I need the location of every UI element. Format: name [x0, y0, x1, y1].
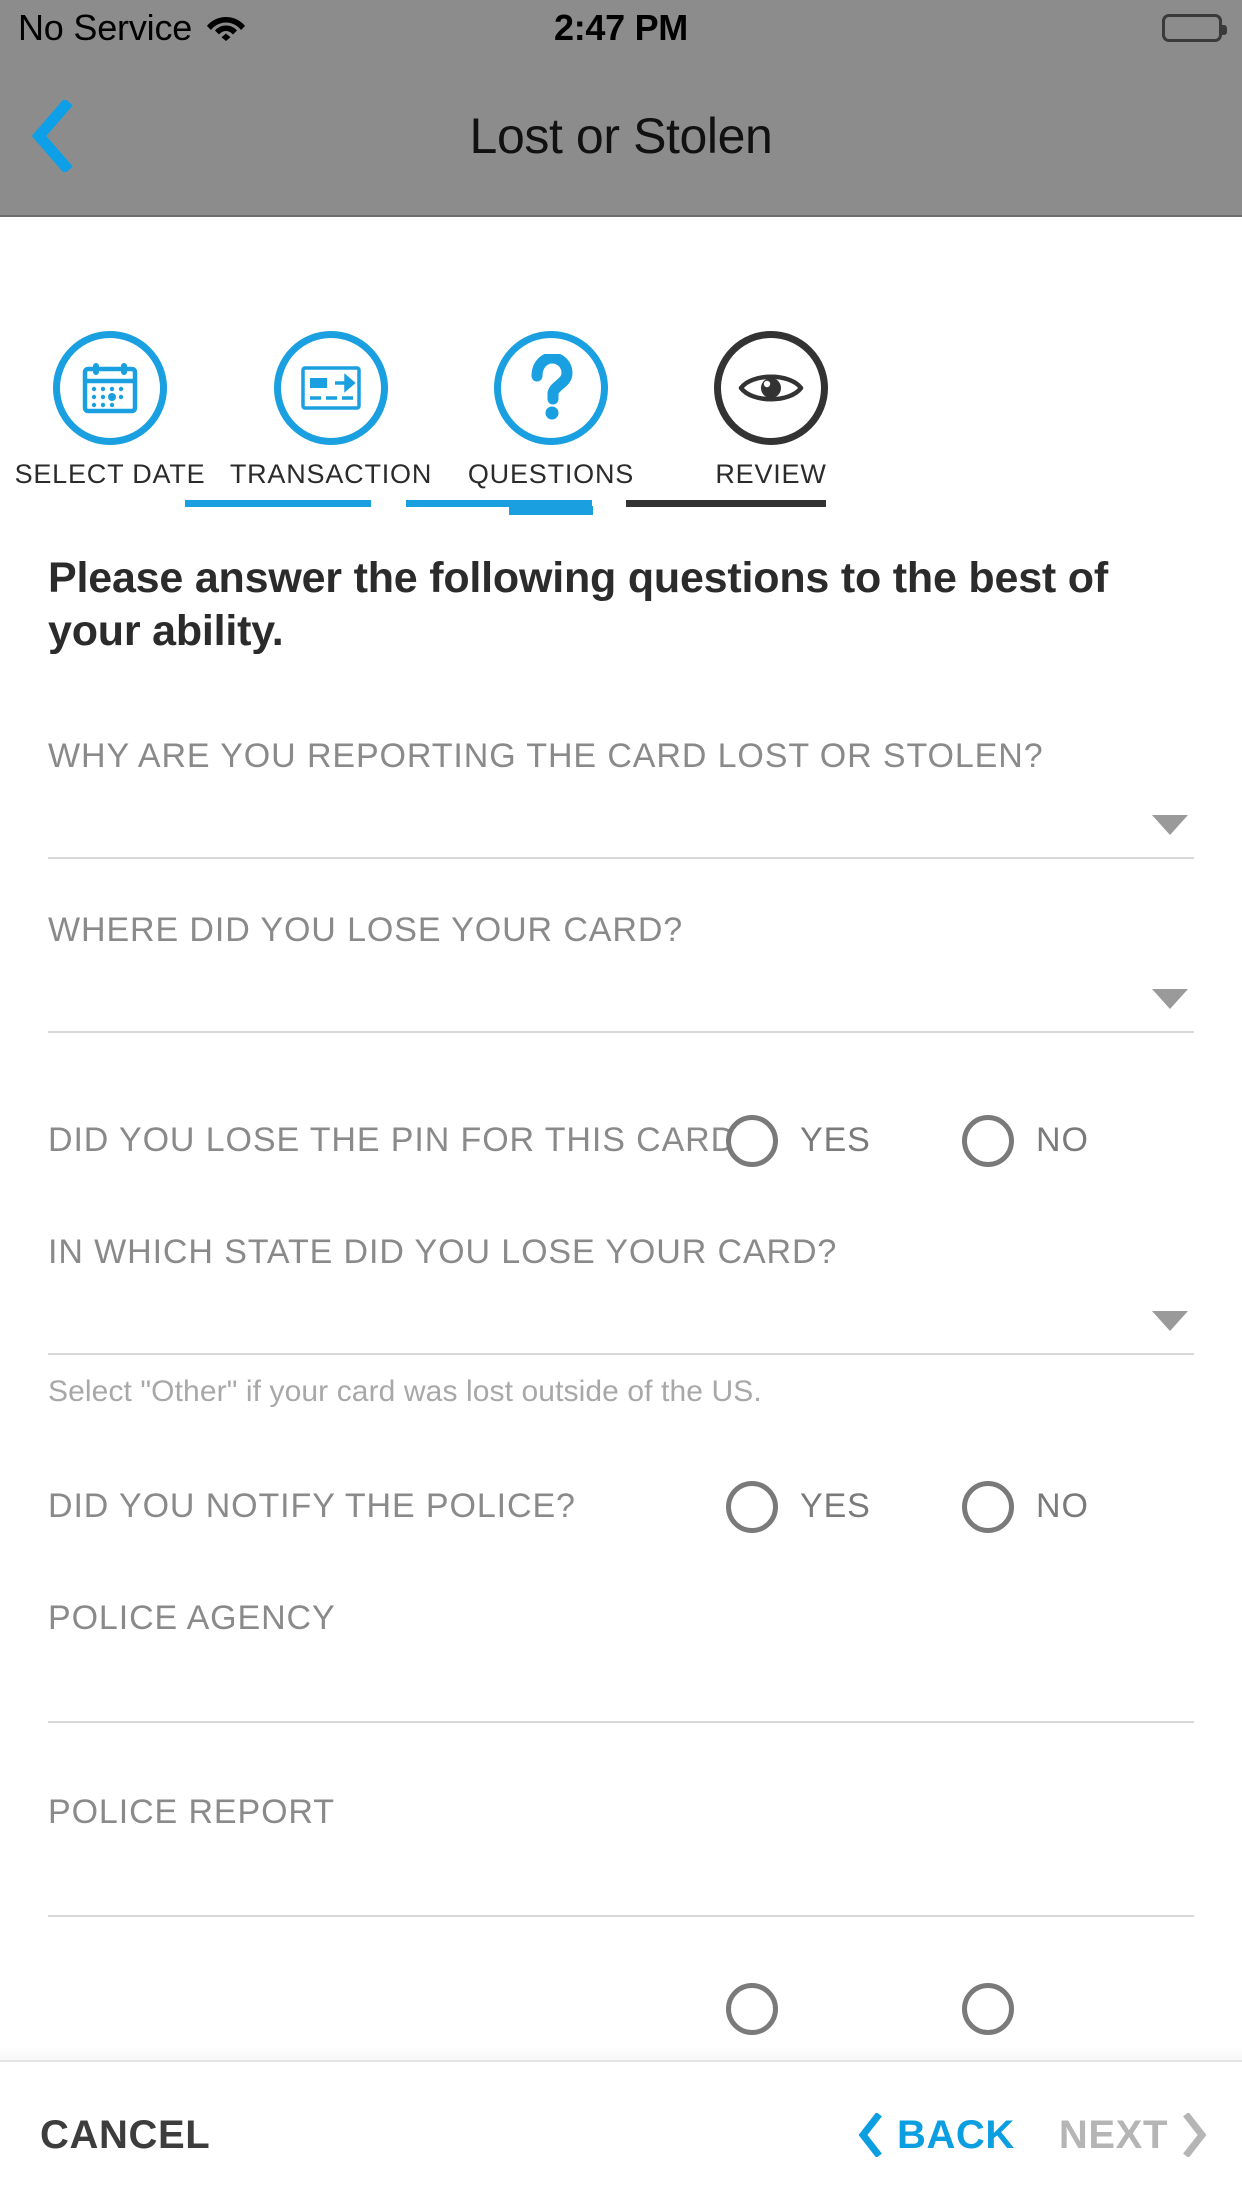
lost-or-stolen-screen: No Service 2:47 PM Lost or Stolen SELECT… — [0, 0, 1242, 2208]
progress-stepper: SELECT DATE TRANSACTION QUESTIONS REVIEW — [0, 219, 1242, 519]
field-label-state: IN WHICH STATE DID YOU LOSE YOUR CARD? — [48, 1232, 838, 1271]
caret-down-icon — [1152, 1310, 1188, 1331]
step-label-select-date: SELECT DATE — [14, 459, 206, 489]
field-state[interactable]: IN WHICH STATE DID YOU LOSE YOUR CARD? — [48, 1181, 1194, 1355]
footer-nav-buttons: BACK NEXT — [857, 2113, 1208, 2158]
step-label-transaction: TRANSACTION — [229, 459, 433, 489]
page-title: Lost or Stolen — [469, 107, 773, 164]
field-label-lost-pin: DID YOU LOSE THE PIN FOR THIS CARD? — [48, 1121, 756, 1160]
radio-partial-no[interactable] — [962, 1982, 1014, 2035]
field-label-police-report: POLICE REPORT — [48, 1792, 335, 1831]
radio-button-icon — [962, 1982, 1014, 2035]
field-notify-police: DID YOU NOTIFY THE POLICE? YES NO — [48, 1477, 1194, 1537]
radio-notify-police-yes[interactable]: YES — [726, 1480, 871, 1533]
stepper-step-review[interactable]: REVIEW — [651, 331, 891, 490]
field-reason[interactable]: WHY ARE YOU REPORTING THE CARD LOST OR S… — [48, 685, 1194, 859]
step-label-review: REVIEW — [715, 459, 827, 489]
chevron-left-icon — [858, 2113, 882, 2157]
field-lost-pin: DID YOU LOSE THE PIN FOR THIS CARD? YES … — [48, 1111, 1194, 1171]
caret-down-icon — [1152, 988, 1188, 1009]
footer-bar: CANCEL BACK NEXT — [0, 2046, 1242, 2208]
form-content: Please answer the following questions to… — [0, 519, 1242, 2039]
field-where-lost[interactable]: WHERE DID YOU LOSE YOUR CARD? — [48, 859, 1194, 1033]
stepper-track: SELECT DATE TRANSACTION QUESTIONS REVIEW — [0, 331, 1242, 515]
next-button-label: NEXT — [1058, 2112, 1168, 2157]
radio-button-icon — [962, 1480, 1014, 1533]
step-circle-questions — [494, 331, 608, 445]
radio-button-icon — [726, 1114, 778, 1167]
stepper-connector-3 — [626, 500, 826, 507]
calendar-icon — [82, 363, 138, 414]
radio-button-icon — [726, 1982, 778, 2035]
field-label-notify-police: DID YOU NOTIFY THE POLICE? — [48, 1487, 576, 1526]
field-input-state[interactable] — [48, 1269, 1194, 1355]
caret-down-icon — [1152, 814, 1188, 835]
stepper-step-transaction[interactable]: TRANSACTION — [211, 331, 451, 490]
transaction-card-icon — [301, 366, 361, 410]
active-step-indicator — [509, 506, 593, 515]
field-input-where-lost[interactable] — [48, 947, 1194, 1033]
field-label-reason: WHY ARE YOU REPORTING THE CARD LOST OR S… — [48, 736, 1044, 775]
radio-button-icon — [962, 1114, 1014, 1167]
radio-label-notify-police-yes: YES — [800, 1487, 871, 1526]
field-partially-visible-radios — [48, 1979, 1194, 2039]
field-input-police-report[interactable] — [48, 1829, 1194, 1917]
battery-full-icon — [1162, 14, 1227, 42]
status-bar-right — [1162, 14, 1227, 42]
cancel-button[interactable]: CANCEL — [40, 2113, 210, 2158]
radio-lost-pin-yes[interactable]: YES — [726, 1114, 871, 1167]
radio-lost-pin-no[interactable]: NO — [962, 1114, 1089, 1167]
field-police-agency[interactable]: POLICE AGENCY — [48, 1601, 1194, 1723]
back-button-label: BACK — [896, 2112, 1015, 2157]
radio-partial-yes[interactable] — [726, 1982, 778, 2035]
clock-label: 2:47 PM — [554, 7, 688, 48]
stepper-connector-1 — [185, 500, 371, 507]
radio-label-notify-police-no: NO — [1036, 1487, 1089, 1526]
radio-label-lost-pin-no: NO — [1036, 1121, 1089, 1160]
next-button[interactable]: NEXT — [1059, 2113, 1208, 2158]
form-intro-text: Please answer the following questions to… — [48, 554, 1108, 656]
question-mark-icon — [531, 354, 573, 420]
step-circle-transaction — [274, 331, 388, 445]
step-label-questions: QUESTIONS — [467, 459, 635, 489]
radio-button-icon — [726, 1480, 778, 1533]
field-input-reason[interactable] — [48, 773, 1194, 859]
step-circle-review — [714, 331, 828, 445]
field-label-police-agency: POLICE AGENCY — [48, 1598, 336, 1637]
field-hint-state: Select "Other" if your card was lost out… — [48, 1374, 762, 1408]
stepper-connector-2 — [406, 500, 592, 507]
status-bar: No Service 2:47 PM — [0, 0, 1242, 56]
field-label-where-lost: WHERE DID YOU LOSE YOUR CARD? — [48, 910, 684, 949]
eye-icon — [738, 374, 804, 402]
step-circle-select-date — [53, 331, 167, 445]
stepper-step-questions[interactable]: QUESTIONS — [431, 331, 671, 515]
chevron-right-icon — [1183, 2113, 1207, 2157]
chevron-left-icon — [31, 99, 73, 172]
nav-back-button[interactable] — [18, 96, 88, 176]
field-input-police-agency[interactable] — [48, 1635, 1194, 1723]
field-police-report[interactable]: POLICE REPORT — [48, 1795, 1194, 1917]
back-button[interactable]: BACK — [857, 2113, 1015, 2158]
stepper-step-select-date[interactable]: SELECT DATE — [0, 331, 230, 490]
radio-notify-police-no[interactable]: NO — [962, 1480, 1089, 1533]
navigation-bar: Lost or Stolen — [0, 56, 1242, 217]
radio-label-lost-pin-yes: YES — [800, 1121, 871, 1160]
